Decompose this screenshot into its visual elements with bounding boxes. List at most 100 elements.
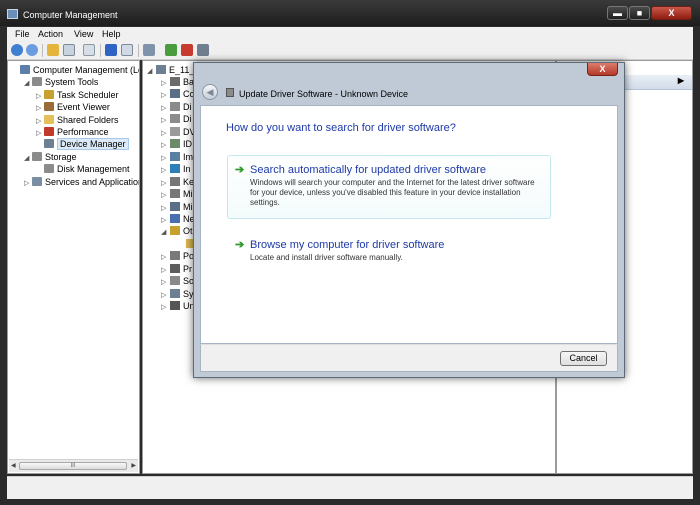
expand-arrow[interactable]: ▷ bbox=[161, 216, 170, 224]
tree-node-icon bbox=[44, 102, 54, 112]
tree-item[interactable]: ▷ Task Scheduler bbox=[36, 89, 119, 102]
device-category-icon bbox=[170, 77, 180, 86]
expand-arrow[interactable]: ▷ bbox=[161, 266, 170, 274]
menu-view[interactable]: View bbox=[74, 29, 93, 39]
expand-arrow[interactable]: ◢ bbox=[24, 79, 32, 87]
export-list-icon[interactable] bbox=[83, 44, 95, 56]
expand-arrow[interactable]: ▷ bbox=[36, 104, 44, 112]
device-category[interactable]: ▷ In bbox=[161, 164, 191, 176]
tree-item[interactable]: ◢ Storage bbox=[24, 151, 77, 164]
device-category[interactable]: ▷ Sy bbox=[161, 288, 194, 301]
device-category[interactable]: ▷ Un bbox=[161, 301, 195, 313]
dialog-close-button[interactable]: X bbox=[587, 63, 618, 76]
menu-action[interactable]: Action bbox=[38, 29, 63, 39]
expand-arrow[interactable]: ▷ bbox=[36, 129, 44, 137]
expand-arrow[interactable]: ▷ bbox=[161, 154, 170, 162]
menu-help[interactable]: Help bbox=[102, 29, 121, 39]
device-category[interactable]: ▷ Im bbox=[161, 151, 193, 164]
expand-arrow[interactable]: ▷ bbox=[161, 253, 170, 261]
device-category[interactable]: ▷ DV bbox=[161, 126, 196, 139]
tree-item-label: Performance bbox=[57, 127, 109, 137]
tree-item[interactable]: Disk Management bbox=[36, 164, 130, 176]
uninstall-device-icon[interactable] bbox=[181, 44, 193, 56]
update-driver-icon[interactable] bbox=[165, 44, 177, 56]
tree-item[interactable]: Computer Management (Local bbox=[12, 65, 139, 77]
expand-arrow[interactable]: ▷ bbox=[161, 291, 170, 299]
expand-arrow[interactable]: ▷ bbox=[36, 92, 44, 100]
expand-arrow[interactable]: ▷ bbox=[161, 303, 170, 311]
expand-arrow[interactable]: ◢ bbox=[24, 154, 32, 162]
menu-file[interactable]: File bbox=[15, 29, 30, 39]
device-category[interactable]: ▷ Ba bbox=[161, 77, 194, 89]
help-icon[interactable] bbox=[105, 44, 117, 56]
tree-item[interactable]: ▷ Services and Applications bbox=[24, 176, 139, 189]
expand-arrow[interactable]: ▷ bbox=[161, 116, 170, 124]
back-arrow-icon[interactable] bbox=[11, 44, 23, 56]
device-category-icon bbox=[170, 276, 180, 286]
update-driver-dialog: X ◀ Update Driver Software - Unknown Dev… bbox=[193, 62, 625, 378]
device-icon bbox=[226, 88, 234, 97]
device-category-icon bbox=[170, 263, 180, 273]
tree-item[interactable]: ▷ Event Viewer bbox=[36, 102, 110, 114]
expand-arrow[interactable]: ▷ bbox=[161, 79, 170, 87]
computer-icon bbox=[156, 65, 166, 74]
device-category[interactable]: ▷ Di bbox=[161, 114, 192, 126]
search-automatically-option[interactable]: ➔ Search automatically for updated drive… bbox=[227, 155, 551, 219]
collapse-arrow-icon[interactable]: ▶ bbox=[678, 76, 684, 85]
scrollbar-thumb[interactable]: III bbox=[19, 462, 127, 470]
device-category[interactable]: ▷ Mi bbox=[161, 189, 193, 201]
toolbar-divider bbox=[138, 44, 139, 57]
minimize-button[interactable]: ▬ bbox=[607, 6, 628, 20]
device-category[interactable]: ▷ Di bbox=[161, 101, 192, 114]
show-hide-tree-icon[interactable] bbox=[63, 44, 75, 56]
forward-arrow-icon[interactable] bbox=[26, 44, 38, 56]
expand-arrow[interactable]: ▷ bbox=[161, 278, 170, 286]
scroll-left-arrow[interactable]: ◀ bbox=[11, 462, 16, 469]
tree-node-icon bbox=[20, 65, 30, 74]
device-category[interactable]: ▷ Ne bbox=[161, 213, 195, 226]
cancel-button[interactable]: Cancel bbox=[560, 351, 607, 366]
device-category[interactable]: ▷ Po bbox=[161, 251, 194, 263]
device-category[interactable]: ▷ Ke bbox=[161, 176, 194, 189]
maximize-button[interactable]: ■ bbox=[629, 6, 650, 20]
back-button[interactable]: ◀ bbox=[202, 84, 218, 100]
scan-hardware-icon[interactable] bbox=[143, 44, 155, 56]
expand-arrow[interactable]: ▷ bbox=[161, 179, 170, 187]
expand-arrow[interactable]: ▷ bbox=[161, 191, 170, 199]
expand-arrow[interactable]: ◢ bbox=[161, 228, 170, 236]
device-category-icon bbox=[170, 151, 180, 161]
device-root[interactable]: ◢ E_11_T bbox=[147, 65, 200, 77]
device-category[interactable]: ▷ Mi bbox=[161, 201, 193, 214]
device-category[interactable]: ▷ ID bbox=[161, 139, 192, 151]
tree-node-icon bbox=[44, 114, 54, 124]
tree-item[interactable]: ◢ System Tools bbox=[24, 77, 98, 89]
device-category[interactable]: ◢ Ot bbox=[161, 226, 193, 238]
toolbar-divider bbox=[42, 44, 43, 57]
expand-arrow[interactable]: ▷ bbox=[24, 179, 32, 187]
tree-item[interactable]: ▷ Shared Folders bbox=[36, 114, 119, 127]
expand-arrow[interactable]: ▷ bbox=[161, 91, 170, 99]
expand-arrow[interactable]: ◢ bbox=[147, 67, 156, 75]
tree-node-icon bbox=[32, 176, 42, 186]
browse-computer-option[interactable]: ➔ Browse my computer for driver software… bbox=[227, 230, 551, 264]
device-category-label: Sy bbox=[183, 288, 194, 299]
horizontal-scrollbar[interactable]: ◀ III ▶ bbox=[9, 459, 138, 472]
device-category[interactable]: ▷ Co bbox=[161, 89, 195, 101]
close-button[interactable]: X bbox=[651, 6, 692, 20]
tree-item[interactable]: Device Manager bbox=[36, 138, 129, 151]
tree-item[interactable]: ▷ Performance bbox=[36, 127, 109, 139]
toolbar bbox=[7, 42, 693, 60]
disable-device-icon[interactable] bbox=[197, 44, 209, 56]
device-category[interactable]: ▷ Pr bbox=[161, 263, 192, 276]
expand-arrow[interactable]: ▷ bbox=[36, 117, 44, 125]
scroll-right-arrow[interactable]: ▶ bbox=[131, 462, 136, 469]
device-category[interactable]: ▷ So bbox=[161, 276, 194, 288]
expand-arrow[interactable]: ▷ bbox=[161, 129, 170, 137]
expand-arrow[interactable]: ▷ bbox=[161, 141, 170, 149]
device-category-label: Mi bbox=[183, 201, 193, 212]
expand-arrow[interactable]: ▷ bbox=[161, 104, 170, 112]
up-folder-icon[interactable] bbox=[47, 44, 59, 56]
expand-arrow[interactable]: ▷ bbox=[161, 204, 170, 212]
expand-arrow[interactable]: ▷ bbox=[161, 166, 170, 174]
properties-icon[interactable] bbox=[121, 44, 133, 56]
